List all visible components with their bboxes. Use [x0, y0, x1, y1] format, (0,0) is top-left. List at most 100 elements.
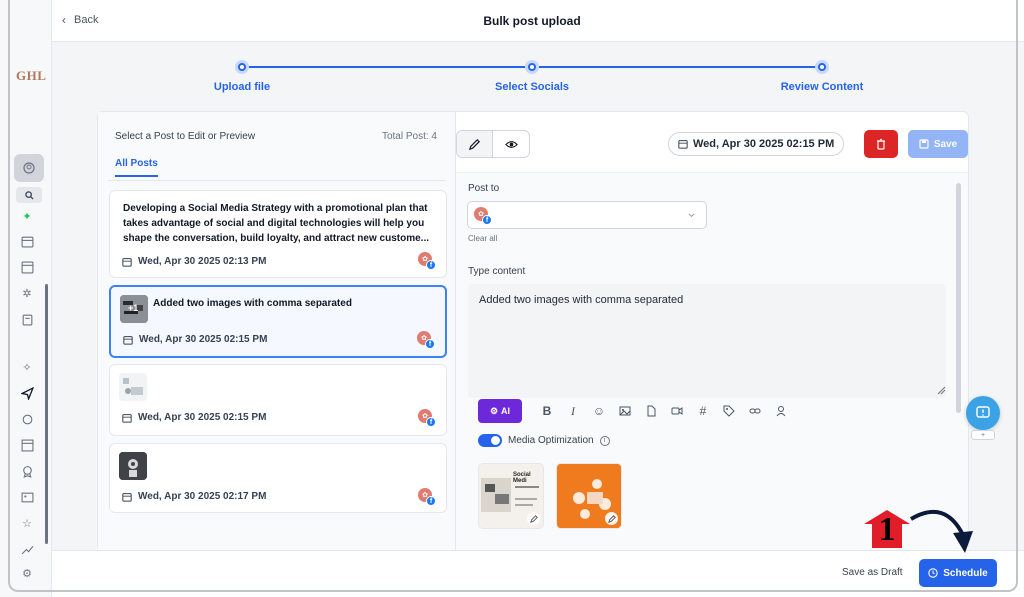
post-card-3[interactable]: Wed, Apr 30 2025 02:15 PM ✿ f	[109, 364, 447, 436]
chat-alert-icon	[976, 406, 990, 418]
layout-icon[interactable]	[19, 437, 35, 453]
edit-media-button[interactable]	[605, 512, 618, 525]
edit-media-button[interactable]	[527, 512, 540, 525]
page-title: Bulk post upload	[483, 14, 581, 28]
tab-divider	[108, 180, 446, 181]
magic-icon[interactable]: ✧	[19, 359, 35, 375]
tab-all-posts[interactable]: All Posts	[115, 158, 158, 177]
facebook-icon: f	[426, 417, 436, 427]
facebook-icon: f	[482, 215, 492, 225]
calendar-icon	[122, 413, 132, 423]
date-pill-text: Wed, Apr 30 2025 02:15 PM	[693, 138, 835, 150]
post-content-textarea[interactable]: Added two images with comma separated	[468, 284, 946, 398]
post-card-date: Wed, Apr 30 2025 02:15 PM	[123, 334, 267, 345]
type-content-label: Type content	[468, 266, 526, 277]
trash-icon	[877, 138, 885, 150]
rail-search-button[interactable]	[16, 187, 42, 203]
save-as-draft-button[interactable]: Save as Draft	[842, 567, 903, 578]
star-icon[interactable]: ☆	[19, 515, 35, 531]
schedule-label: Schedule	[943, 567, 988, 579]
top-header: ‹ Back Bulk post upload	[52, 0, 1024, 42]
edit-preview-toggle	[456, 130, 530, 158]
trend-icon[interactable]	[19, 541, 35, 557]
avatar-icon	[23, 162, 35, 174]
settings-icon[interactable]: ⚙	[19, 565, 35, 581]
social-account-badge: ✿ f	[417, 331, 435, 349]
media-thumbnail-2[interactable]	[556, 463, 622, 529]
sparkle-icon[interactable]: ✦	[19, 208, 35, 224]
step-label-socials[interactable]: Select Socials	[495, 81, 569, 93]
facebook-icon: f	[425, 339, 435, 349]
post-card-text: Developing a Social Media Strategy with …	[123, 203, 429, 244]
calendar-icon	[122, 492, 132, 502]
video-icon[interactable]	[664, 399, 690, 423]
document-icon[interactable]	[638, 399, 664, 423]
emoji-icon[interactable]: ☺	[586, 399, 612, 423]
tag-icon[interactable]	[716, 399, 742, 423]
post-card-date: Wed, Apr 30 2025 02:17 PM	[122, 491, 266, 502]
media-thumbnail-1[interactable]: Social Medi	[478, 463, 544, 529]
user-mention-icon[interactable]	[768, 399, 794, 423]
step-label-upload[interactable]: Upload file	[214, 81, 270, 93]
pencil-icon	[468, 138, 480, 150]
annotation-arrow	[909, 509, 973, 553]
preview-mode-button[interactable]	[493, 131, 529, 157]
link-icon[interactable]	[742, 399, 768, 423]
clock-icon	[928, 568, 938, 578]
post-date-text: Wed, Apr 30 2025 02:17 PM	[138, 491, 267, 502]
post-editor-column: Wed, Apr 30 2025 02:15 PM Save Post to ✿…	[456, 112, 970, 552]
resize-grip-icon[interactable]	[936, 385, 946, 395]
edit-mode-button[interactable]	[457, 131, 494, 157]
post-thumbnail	[119, 452, 147, 480]
post-card-1[interactable]: Developing a Social Media Strategy with …	[109, 190, 447, 278]
post-editor: Post to ✿ f Clear all Type content Added…	[456, 172, 968, 552]
calendar-icon	[122, 257, 132, 267]
calendar-icon	[678, 140, 688, 149]
footer-bar: Save as Draft Schedule	[52, 550, 1024, 597]
account-avatar[interactable]	[14, 154, 44, 182]
post-card-4[interactable]: Wed, Apr 30 2025 02:17 PM ✿ f	[109, 443, 447, 513]
italic-icon[interactable]: I	[560, 399, 586, 423]
refresh-icon[interactable]	[19, 411, 35, 427]
post-thumbnail: +1	[120, 295, 148, 323]
award-icon[interactable]	[19, 463, 35, 479]
save-button[interactable]: Save	[908, 130, 968, 158]
grid-icon[interactable]: ✲	[19, 285, 35, 301]
social-account-badge: ✿ f	[418, 488, 436, 506]
info-icon[interactable]: i	[599, 435, 610, 446]
review-panel: Select a Post to Edit or Preview Total P…	[97, 111, 970, 552]
feedback-collapse-handle[interactable]: +	[971, 430, 995, 440]
post-to-label: Post to	[468, 183, 500, 194]
editor-scrollbar[interactable]	[956, 183, 961, 413]
step-label-review[interactable]: Review Content	[781, 81, 864, 93]
delete-post-button[interactable]	[864, 130, 898, 158]
social-account-select[interactable]: ✿ f	[467, 201, 707, 229]
hashtag-icon[interactable]: #	[690, 399, 716, 423]
send-icon[interactable]	[19, 385, 35, 401]
facebook-icon: f	[426, 260, 436, 270]
rail-scrollbar[interactable]	[45, 284, 48, 544]
image-icon[interactable]	[612, 399, 638, 423]
annotation-number: 1	[878, 511, 896, 548]
schedule-date-pill[interactable]: Wed, Apr 30 2025 02:15 PM	[668, 132, 845, 156]
pencil-icon	[607, 514, 616, 523]
selected-account-badge: ✿ f	[474, 207, 492, 225]
clear-all-link[interactable]: Clear all	[468, 234, 497, 243]
bold-icon[interactable]: B	[534, 399, 560, 423]
calendar-icon[interactable]	[19, 233, 35, 249]
post-card-date: Wed, Apr 30 2025 02:13 PM	[122, 256, 266, 267]
media-optimization-toggle[interactable]	[478, 434, 502, 447]
inbox-icon[interactable]	[19, 259, 35, 275]
post-card-date: Wed, Apr 30 2025 02:15 PM	[122, 412, 266, 423]
formatting-toolbar: ⚙ AI B I ☺ #	[478, 399, 794, 423]
ai-assist-button[interactable]: ⚙ AI	[478, 399, 522, 423]
search-icon	[24, 190, 34, 200]
post-card-2[interactable]: +1 Added two images with comma separated…	[109, 285, 447, 358]
feedback-button[interactable]	[966, 396, 1000, 430]
progress-stepper: Upload file Select Socials Review Conten…	[52, 42, 1024, 110]
save-label: Save	[933, 138, 958, 150]
media-optimization-row: Media Optimization i	[478, 434, 610, 447]
clipboard-icon[interactable]	[19, 311, 35, 327]
image-icon[interactable]	[19, 489, 35, 505]
post-date-text: Wed, Apr 30 2025 02:15 PM	[138, 412, 267, 423]
